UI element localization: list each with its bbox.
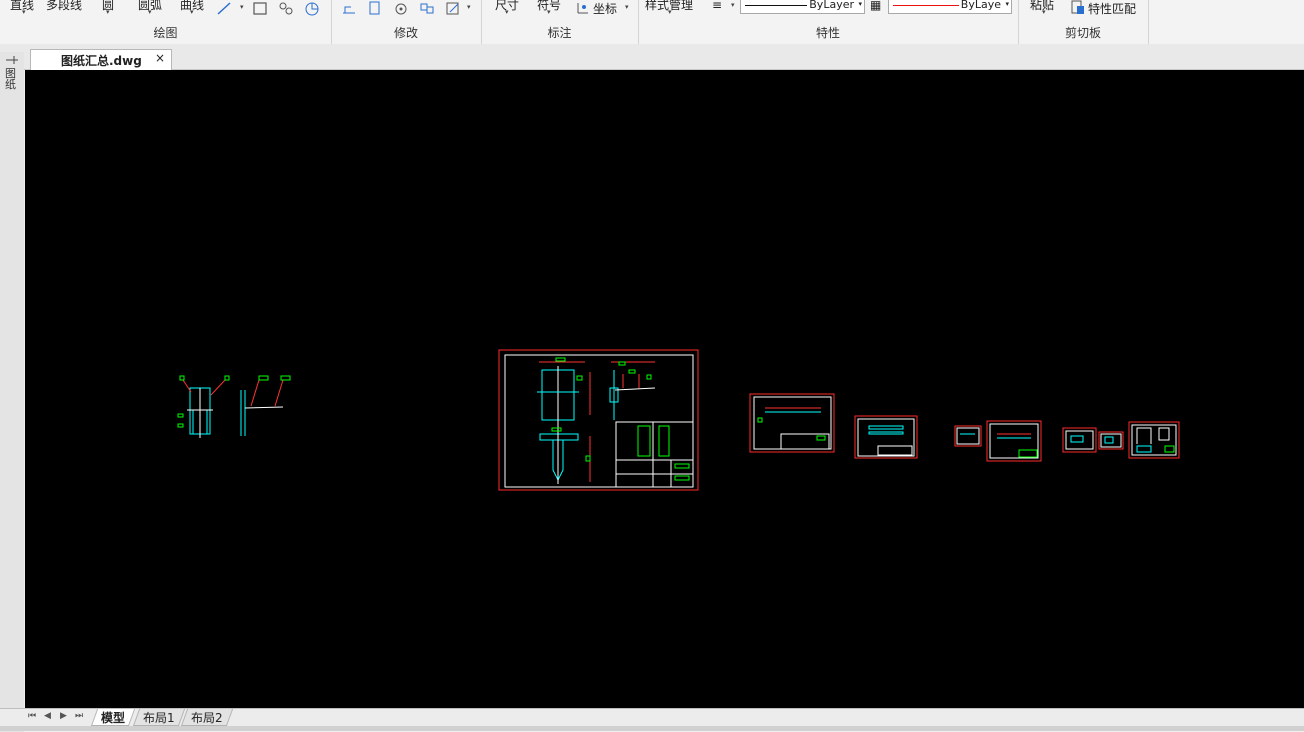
match-properties-button[interactable]: 特性匹配 — [1088, 0, 1136, 17]
color-swatch-icon[interactable]: ▦ — [870, 0, 881, 12]
detail-sheet-6 — [1098, 431, 1124, 450]
properties-group: 样式管理 ▾ ≡ ▾ ByLayer ▾ ▦ ByLaye ▾ 特性 — [638, 0, 1019, 44]
annotation-group-label: 标注 — [547, 26, 572, 40]
dimension-dropdown[interactable]: ▾ — [505, 8, 509, 16]
pin-icon[interactable] — [4, 54, 20, 66]
linetype-preview — [745, 5, 807, 6]
coordinate-dropdown[interactable]: ▾ — [625, 3, 629, 11]
color-select[interactable]: ByLaye ▾ — [888, 0, 1012, 14]
move-icon[interactable] — [341, 1, 357, 16]
match-properties-icon[interactable] — [1070, 0, 1086, 15]
draw-group: 直线 ▾ 多段线 圆 ▾ 圆弧 ▾ 曲线 ▾ ▾ 绘图 — [0, 0, 332, 44]
lineweight-icon[interactable]: ≡ — [712, 0, 722, 12]
previous-layout-button[interactable]: ◀ — [44, 711, 51, 721]
detail-sheet-4 — [986, 420, 1042, 462]
tab-layout2-label: 布局2 — [191, 711, 223, 725]
modify-more-dropdown[interactable]: ▾ — [467, 3, 471, 11]
clipboard-group: 粘贴 ▾ 特性匹配 剪切板 — [1018, 0, 1149, 44]
array-icon[interactable] — [419, 1, 435, 16]
document-tab-bar: 图纸汇总.dwg × — [0, 44, 1304, 70]
coordinate-icon[interactable] — [575, 0, 591, 15]
tab-layout2[interactable]: 布局2 — [180, 709, 233, 726]
document-tab-name: 图纸汇总.dwg — [61, 54, 142, 68]
ray-line-dropdown[interactable]: ▾ — [240, 3, 244, 11]
ray-line-icon[interactable] — [216, 1, 232, 16]
detail-sheet-5 — [1062, 427, 1097, 453]
last-layout-button[interactable]: ⏭ — [75, 711, 83, 721]
style-manager-dropdown[interactable]: ▾ — [668, 8, 672, 16]
line-tool-dropdown[interactable]: ▾ — [22, 8, 26, 16]
linetype-select[interactable]: ByLayer ▾ — [740, 0, 865, 14]
part-views-loose — [177, 375, 291, 438]
draw-group-label: 绘图 — [153, 26, 178, 40]
linetype-dropdown-icon: ▾ — [858, 0, 862, 8]
drawing-canvas[interactable] — [25, 70, 1304, 708]
layout-tab-bar: ⏮ ◀ ▶ ⏭ 模型 布局1 布局2 — [0, 708, 1304, 727]
status-bar — [0, 726, 1304, 731]
detail-sheet-7 — [1128, 421, 1180, 459]
rectangle-icon[interactable] — [252, 1, 268, 16]
tab-layout1[interactable]: 布局1 — [132, 709, 185, 726]
assembly-drawing-sheet — [498, 349, 699, 491]
close-icon[interactable]: × — [155, 51, 165, 65]
detail-sheet-1 — [749, 393, 835, 453]
color-preview — [893, 5, 959, 6]
color-value: ByLaye — [960, 0, 1001, 11]
tab-model-label: 模型 — [101, 711, 126, 725]
coordinate-tool[interactable]: 坐标 — [593, 0, 617, 17]
paste-dropdown[interactable]: ▾ — [1042, 8, 1046, 16]
copy-icon[interactable] — [367, 1, 383, 16]
ribbon: 直线 ▾ 多段线 圆 ▾ 圆弧 ▾ 曲线 ▾ ▾ 绘图 ▾ 修改 尺寸 ▾ 符号… — [0, 0, 1304, 45]
tab-layout1-label: 布局1 — [143, 711, 175, 725]
first-layout-button[interactable]: ⏮ — [28, 711, 36, 721]
document-tab[interactable]: 图纸汇总.dwg × — [30, 49, 172, 70]
circle-tool-dropdown[interactable]: ▾ — [106, 8, 110, 16]
modify-group: ▾ 修改 — [331, 0, 482, 44]
hatch-icon[interactable] — [278, 1, 294, 16]
clipboard-group-label: 剪切板 — [1064, 26, 1101, 40]
side-panel-label: 图纸 — [5, 67, 16, 91]
side-panel[interactable]: 图纸 — [0, 52, 24, 732]
tab-model[interactable]: 模型 — [90, 709, 136, 726]
rotate-icon[interactable] — [393, 1, 409, 16]
curve-tool-dropdown[interactable]: ▾ — [190, 8, 194, 16]
color-dropdown-icon: ▾ — [1005, 0, 1009, 8]
properties-group-label: 特性 — [815, 26, 840, 40]
symbol-dropdown[interactable]: ▾ — [547, 8, 551, 16]
edit-icon[interactable] — [445, 1, 461, 16]
detail-sheet-3 — [954, 425, 982, 447]
linetype-value: ByLayer — [809, 0, 854, 11]
modify-group-label: 修改 — [393, 26, 418, 40]
polyline-tool[interactable]: 多段线 — [46, 0, 82, 13]
next-layout-button[interactable]: ▶ — [60, 711, 67, 721]
lineweight-dropdown[interactable]: ▾ — [731, 1, 735, 9]
arc-tool-dropdown[interactable]: ▾ — [148, 8, 152, 16]
region-icon[interactable] — [304, 1, 320, 16]
annotation-group: 尺寸 ▾ 符号 ▾ 坐标 ▾ 标注 — [481, 0, 639, 44]
detail-sheet-2 — [854, 415, 918, 459]
